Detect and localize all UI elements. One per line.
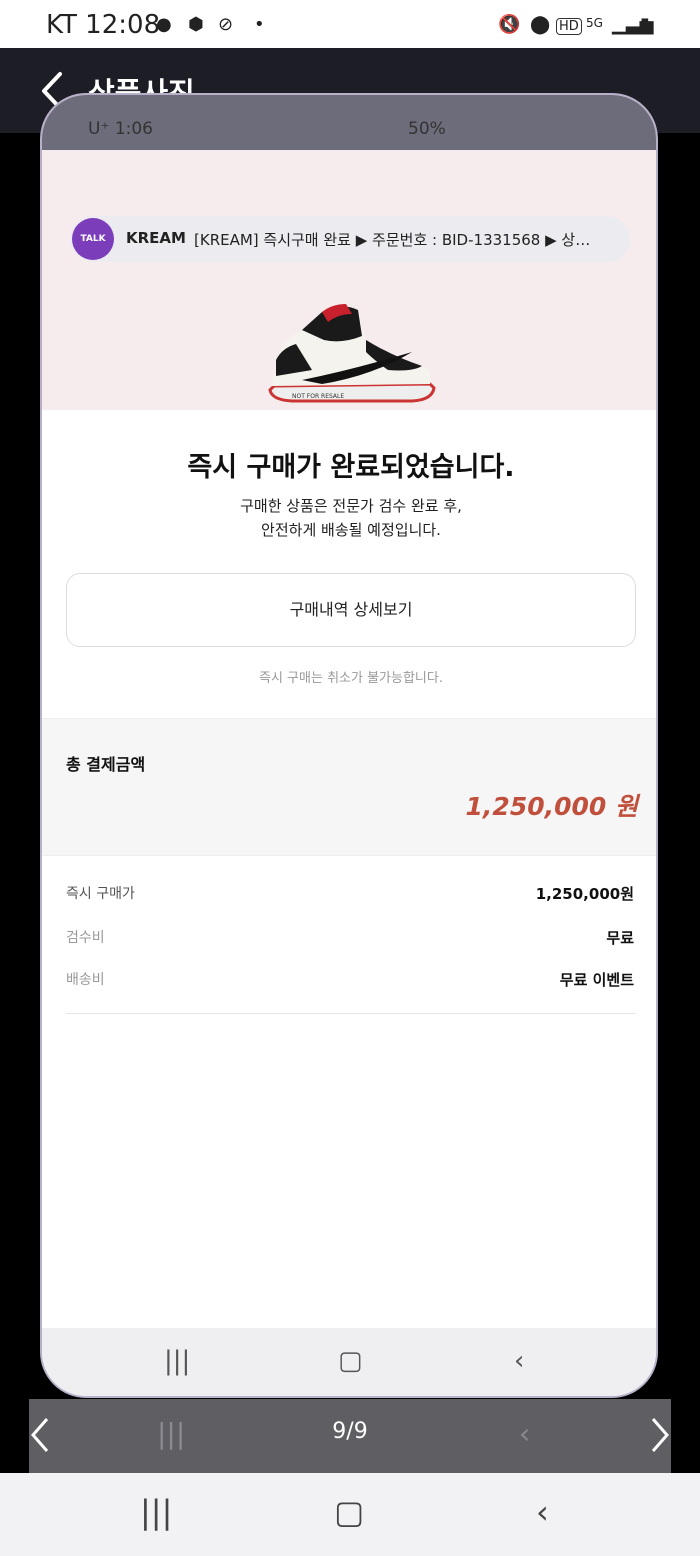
app-icon: ⬢ [188,14,204,35]
purchase-detail-button[interactable]: 구매내역 상세보기 [66,573,636,647]
completion-subtitle-line2: 안전하게 배송될 예정입니다. [261,521,441,539]
inspection-fee-label: 검수비 [66,930,105,946]
recent-apps-button[interactable]: ||| [140,1493,172,1531]
more-notifications-dot: • [254,14,265,35]
home-icon: ▢ [338,1346,363,1376]
price-row-label: 즉시 구매가 [66,886,135,902]
total-payment-box: 총 결제금액 1,250,000 원 [42,718,656,856]
talk-icon: TALK [72,218,114,260]
screenshot-status-bar: U⁺ 1:06 50% [42,95,656,155]
screenshot-time: U⁺ 1:06 [88,119,153,139]
cancel-notice: 즉시 구매는 취소가 불가능합니다. [259,671,443,686]
screenshot-nav-bar: ||| ▢ ‹ [42,1328,656,1396]
battery-icon: ▮ [640,14,650,35]
divider [66,1013,636,1014]
status-bar: KT 12:08 ● ⬢ ⊘ • 🔇 ⬤ HD 5G ▁▃▅ ▮ [0,0,700,48]
product-banner: TALK KREAM [KREAM] 즉시구매 완료 ▶ 주문번호 : BID-… [42,150,656,410]
sync-off-icon: ⊘ [218,14,234,35]
image-counter: 9/9 [332,1419,368,1444]
kakaotalk-notification: TALK KREAM [KREAM] 즉시구매 완료 ▶ 주문번호 : BID-… [70,216,630,262]
completion-title: 즉시 구매가 완료되었습니다. [187,452,515,483]
recent-apps-icon: ||| [164,1346,191,1376]
carrier-time: KT 12:08 [46,10,161,40]
total-value: 1,250,000 원 [465,792,638,821]
next-image-icon[interactable] [647,1415,671,1455]
shoe-label: NOT FOR RESALE [292,393,344,400]
screenshot-battery: 50% [408,119,446,139]
location-icon: ⬤ [530,14,551,35]
5g-icon: 5G [586,16,603,30]
inspection-fee-value: 무료 [606,929,634,947]
home-button[interactable]: ▢ [334,1493,364,1531]
back-nav-icon: ‹ [514,1346,525,1376]
back-button[interactable]: ‹ [536,1493,549,1531]
screenshot-image[interactable]: U⁺ 1:06 50% TALK KREAM [KREAM] 즉시구매 완료 ▶… [40,93,658,1398]
shipping-fee-value: 무료 이벤트 [559,971,634,989]
price-row-value: 1,250,000원 [535,885,634,903]
gallery-controls: ||| ‹ 9/9 [29,1399,671,1473]
notification-text: [KREAM] 즉시구매 완료 ▶ 주문번호 : BID-1331568 ▶ 상… [194,231,591,249]
completion-subtitle-line1: 구매한 상품은 전문가 검수 완료 후, [240,497,462,515]
total-label: 총 결제금액 [66,755,146,774]
mute-icon: 🔇 [498,14,521,35]
notification-app-name: KREAM [126,229,186,247]
hd-icon: HD [556,18,582,35]
chat-icon: ● [156,14,172,35]
sneaker-image: NOT FOR RESALE [268,304,436,403]
system-nav-bar: ||| ▢ ‹ [0,1473,700,1556]
shipping-fee-label: 배송비 [66,972,105,988]
